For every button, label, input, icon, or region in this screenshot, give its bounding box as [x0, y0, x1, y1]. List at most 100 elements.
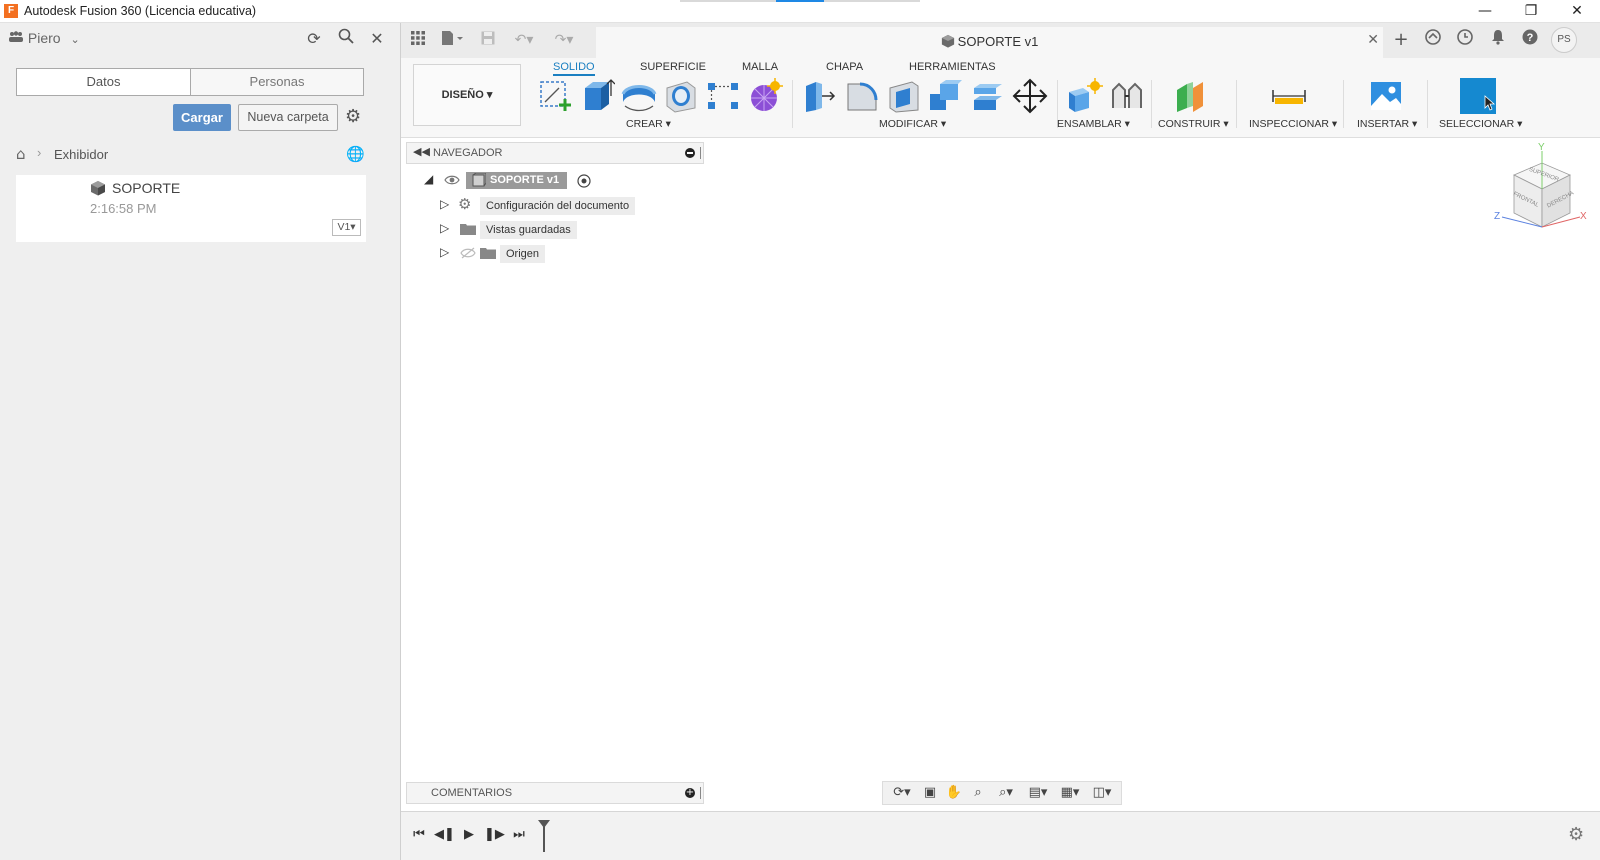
timeline-play-icon[interactable]: ▶	[459, 825, 479, 845]
add-comment-icon[interactable]: +	[685, 788, 695, 798]
home-icon[interactable]: ⌂	[16, 145, 26, 163]
browser-item-label: Vistas guardadas	[480, 221, 577, 239]
version-dropdown[interactable]: V1▾	[332, 219, 361, 236]
fillet-icon[interactable]	[844, 78, 880, 114]
hole-icon[interactable]	[663, 78, 699, 114]
tab-malla[interactable]: MALLA	[742, 58, 778, 76]
press-pull-icon[interactable]	[802, 78, 838, 114]
tab-chapa[interactable]: CHAPA	[826, 58, 863, 76]
move-copy-icon[interactable]	[1012, 78, 1048, 114]
group-seleccionar[interactable]: SELECCIONAR ▾	[1439, 118, 1522, 130]
combine-icon[interactable]	[928, 78, 964, 114]
joint-icon[interactable]	[1109, 78, 1145, 114]
job-status-icon[interactable]	[1454, 29, 1476, 51]
file-menu-icon[interactable]	[437, 29, 467, 51]
zoom-icon[interactable]: ⌕	[967, 784, 989, 802]
display-settings-icon[interactable]: ▤▾	[1023, 784, 1053, 802]
look-at-icon[interactable]: ▣	[919, 784, 941, 802]
collapse-triangle-icon[interactable]: ◢	[424, 172, 433, 186]
hidden-eye-icon[interactable]	[460, 247, 476, 262]
document-tab[interactable]: SOPORTE v1 ✕	[596, 27, 1383, 58]
group-separator	[1151, 80, 1152, 128]
shell-icon[interactable]	[886, 78, 922, 114]
gear-icon[interactable]: ⚙	[345, 107, 361, 127]
comments-grip-handle[interactable]	[700, 787, 702, 799]
canvas-viewport[interactable]	[401, 139, 1600, 811]
timeline-marker[interactable]	[538, 820, 550, 852]
close-panel-icon[interactable]: ✕	[366, 28, 388, 50]
timeline-next-icon[interactable]: ❚▶	[484, 825, 505, 845]
group-construir[interactable]: CONSTRUIR ▾	[1158, 118, 1229, 130]
visibility-eye-icon[interactable]	[444, 174, 460, 189]
group-crear[interactable]: CREAR ▾	[626, 118, 671, 130]
timeline-first-icon[interactable]: ⏮	[409, 825, 429, 845]
axis-y-label: Y	[1538, 142, 1545, 153]
activate-radio-icon[interactable]	[577, 174, 591, 191]
group-ensamblar[interactable]: ENSAMBLAR ▾	[1057, 118, 1130, 130]
undo-icon[interactable]: ↶▾	[509, 29, 539, 51]
measure-icon[interactable]	[1271, 78, 1307, 114]
new-tab-icon[interactable]: +	[1390, 29, 1412, 51]
breadcrumb-project[interactable]: Exhibidor	[54, 147, 108, 162]
browser-item-named-views[interactable]: ▷ Vistas guardadas	[440, 219, 640, 239]
save-icon[interactable]	[477, 29, 499, 51]
globe-icon[interactable]: 🌐	[346, 145, 365, 163]
tab-personas[interactable]: Personas	[191, 69, 363, 95]
refresh-icon[interactable]: ⟳	[303, 28, 325, 50]
timeline-previous-icon[interactable]: ◀❚	[434, 825, 455, 845]
revolve-icon[interactable]	[621, 78, 657, 114]
notifications-bell-icon[interactable]	[1487, 29, 1509, 51]
group-inspeccionar[interactable]: INSPECCIONAR ▾	[1249, 118, 1337, 130]
select-tool-icon[interactable]	[1460, 78, 1496, 114]
create-sketch-icon[interactable]	[537, 78, 573, 114]
minimize-button[interactable]: —	[1462, 0, 1508, 23]
expand-triangle-icon[interactable]: ▷	[440, 221, 449, 235]
viewcube[interactable]: SUPERIOR FRONTAL DERECHA Y Z X	[1490, 142, 1590, 245]
group-separator	[1343, 80, 1344, 128]
timeline-settings-gear-icon[interactable]: ⚙	[1568, 824, 1584, 845]
expand-triangle-icon[interactable]: ▷	[440, 197, 449, 211]
pan-hand-icon[interactable]: ✋	[943, 784, 965, 802]
search-icon[interactable]	[335, 28, 357, 50]
pattern-icon[interactable]	[705, 78, 741, 114]
breadcrumb: ⌂ › Exhibidor 🌐	[16, 145, 366, 163]
tab-solido[interactable]: SOLIDO	[553, 58, 595, 76]
user-avatar[interactable]: PS	[1551, 27, 1577, 53]
insert-canvas-icon[interactable]	[1368, 78, 1404, 114]
restore-button[interactable]: ❐	[1508, 0, 1554, 23]
grid-snap-icon[interactable]: ▦▾	[1055, 784, 1085, 802]
file-time: 2:16:58 PM	[90, 201, 157, 216]
close-tab-icon[interactable]: ✕	[1367, 32, 1379, 48]
group-insertar[interactable]: INSERTAR ▾	[1357, 118, 1417, 130]
browser-item-document-settings[interactable]: ▷ ⚙ Configuración del documento	[440, 195, 640, 215]
create-form-icon[interactable]	[747, 78, 783, 114]
redo-icon[interactable]: ↷▾	[549, 29, 579, 51]
expand-triangle-icon[interactable]: ▷	[440, 245, 449, 259]
team-selector[interactable]: Piero ⌄	[8, 30, 80, 46]
offset-plane-icon[interactable]	[1173, 78, 1209, 114]
browser-grip-handle[interactable]	[700, 147, 702, 159]
collapse-browser-icon[interactable]: ◀◀	[413, 145, 430, 158]
workspace-switcher[interactable]: DISEÑO ▾	[413, 64, 521, 126]
help-icon[interactable]: ?	[1519, 29, 1541, 51]
extensions-icon[interactable]	[1422, 29, 1444, 51]
file-card[interactable]: SOPORTE 2:16:58 PM V1▾	[16, 175, 366, 242]
tab-datos[interactable]: Datos	[17, 69, 191, 95]
viewports-icon[interactable]: ◫▾	[1087, 784, 1117, 802]
minimize-browser-icon[interactable]	[685, 148, 695, 158]
close-window-button[interactable]: ✕	[1554, 0, 1600, 23]
new-folder-button[interactable]: Nueva carpeta	[238, 104, 338, 131]
grid-apps-icon[interactable]	[407, 29, 429, 51]
orbit-icon[interactable]: ⟳▾	[887, 784, 917, 802]
new-component-icon[interactable]	[1067, 78, 1103, 114]
extrude-icon[interactable]	[579, 78, 616, 114]
group-modificar[interactable]: MODIFICAR ▾	[879, 118, 946, 130]
component-icon	[472, 172, 487, 190]
fit-zoom-icon[interactable]: ⌕▾	[991, 784, 1021, 802]
tab-superficie[interactable]: SUPERFICIE	[640, 58, 706, 76]
timeline-last-icon[interactable]: ⏭	[509, 825, 529, 845]
tab-herramientas[interactable]: HERRAMIENTAS	[909, 58, 996, 76]
browser-item-origin[interactable]: ▷ Origen	[440, 243, 640, 263]
upload-button[interactable]: Cargar	[173, 104, 231, 131]
offset-face-icon[interactable]	[970, 78, 1006, 114]
